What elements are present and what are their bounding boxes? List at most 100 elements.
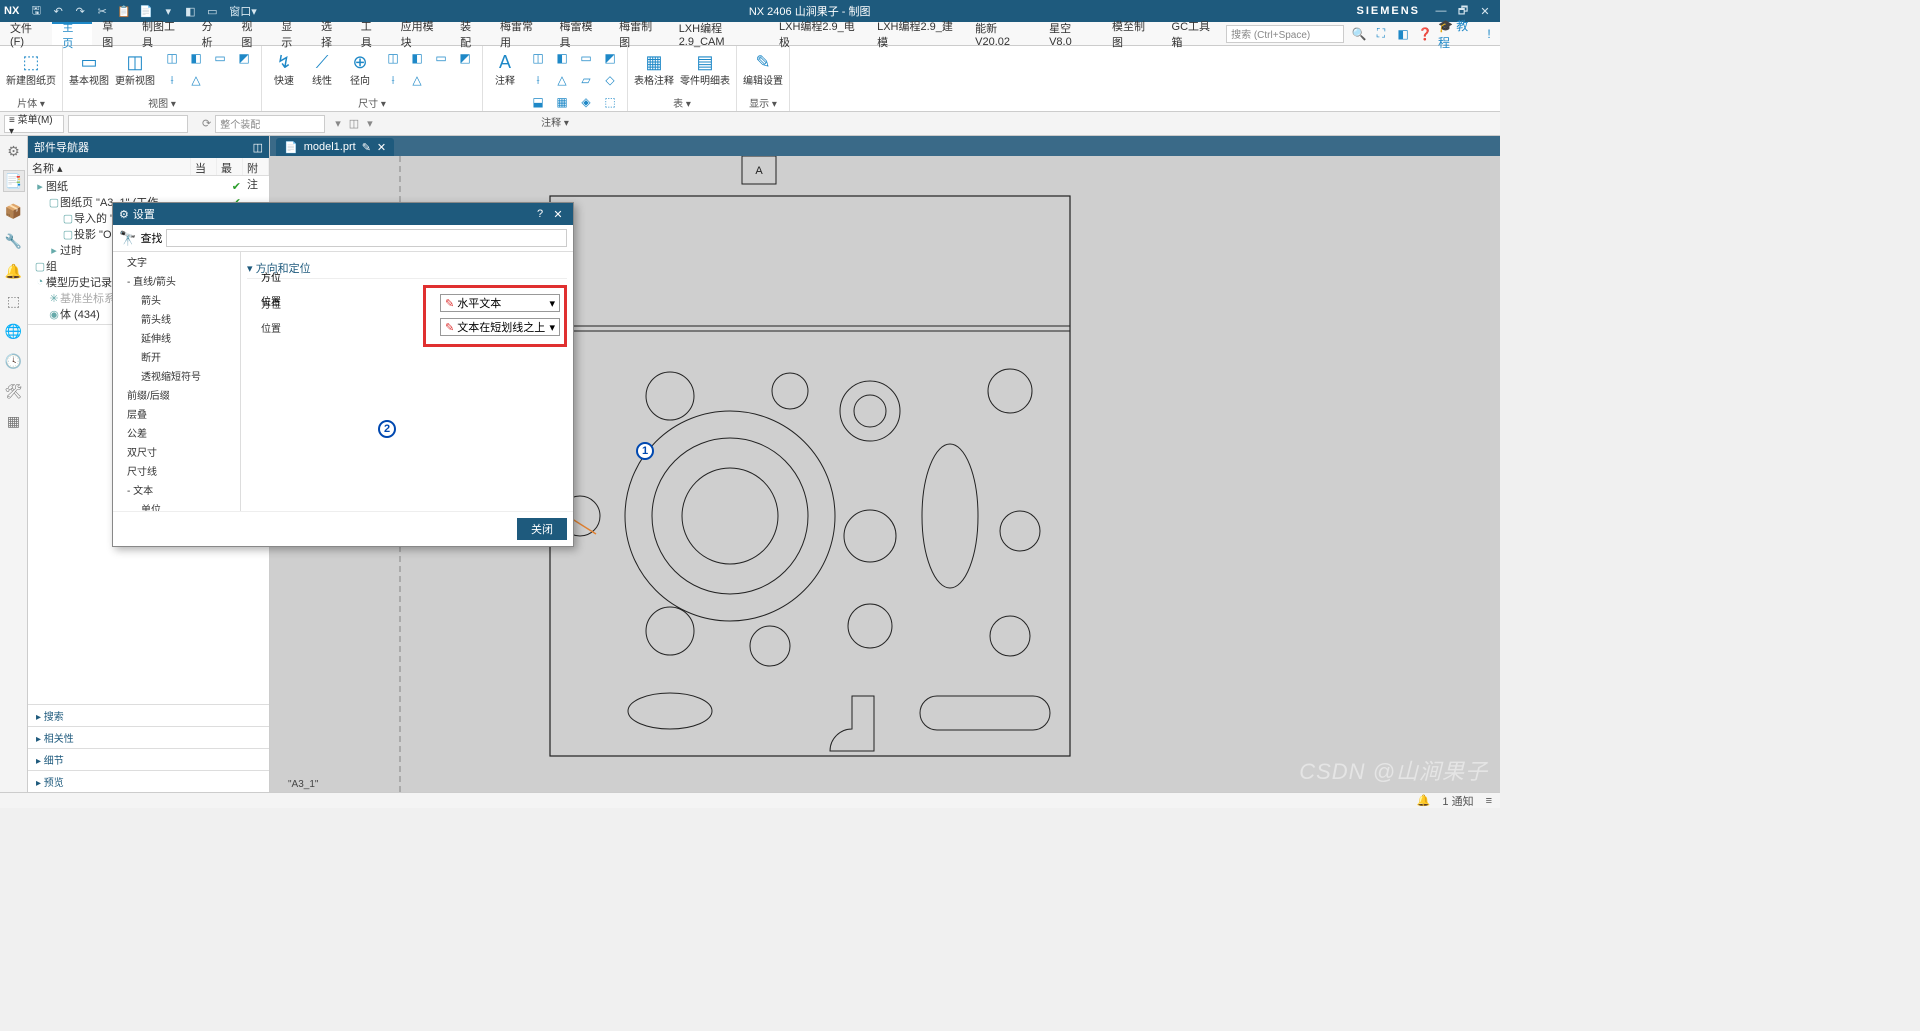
menu-item[interactable]: 选择	[311, 22, 351, 45]
filter-icon[interactable]: ⟳	[202, 117, 211, 130]
dialog-titlebar[interactable]: ⚙ 设置 ? ✕	[113, 203, 573, 225]
position-select[interactable]: ✎文本在短划线之上▾	[440, 318, 560, 336]
help-icon[interactable]: !	[1480, 24, 1498, 44]
ribbon-small-icon[interactable]: ⟊	[161, 70, 183, 90]
ribbon-small-icon[interactable]: ◈	[575, 92, 597, 112]
dialog-nav-item[interactable]: 双尺寸	[113, 442, 240, 461]
close-icon[interactable]: ✕	[1476, 2, 1494, 20]
nav-col[interactable]: 名称 ▴	[28, 158, 191, 175]
redo-icon[interactable]: ↷	[71, 2, 89, 20]
menu-item[interactable]: LXH编程2.9_电极	[769, 22, 867, 45]
menu-item[interactable]: 分析	[192, 22, 232, 45]
menu-item[interactable]: 梅雷制图	[609, 22, 669, 45]
rail-wrench-icon[interactable]: 🛠	[3, 380, 25, 402]
tree-row[interactable]: ▸ 图纸✔	[28, 178, 269, 194]
ribbon-button[interactable]: ⬚新建图纸页	[6, 48, 56, 87]
ribbon-button[interactable]: ✎编辑设置	[743, 48, 783, 87]
save-icon[interactable]: 🖫	[27, 2, 45, 20]
ribbon-small-icon[interactable]: ⬚	[599, 92, 621, 112]
notify-count[interactable]: 1 通知	[1442, 793, 1473, 809]
dialog-nav-item[interactable]: 箭头	[113, 290, 240, 309]
ribbon-small-icon[interactable]: △	[185, 70, 207, 90]
ribbon-small-icon[interactable]: ▭	[575, 48, 597, 68]
ribbon-small-icon[interactable]: ◧	[406, 48, 428, 68]
menu-item[interactable]: 工具	[351, 22, 391, 45]
ribbon-small-icon[interactable]: ◩	[233, 48, 255, 68]
menu-tool-icon[interactable]: ❓	[1416, 24, 1434, 44]
ribbon-button[interactable]: ▤零件明细表	[680, 48, 730, 87]
dialog-nav-item[interactable]: 层叠	[113, 404, 240, 423]
dialog-nav-item[interactable]: 断开	[113, 347, 240, 366]
bell-icon[interactable]: 🔔	[1417, 794, 1431, 807]
ribbon-button[interactable]: ⊕径向	[344, 48, 376, 87]
menu-item[interactable]: 应用模块	[391, 22, 451, 45]
dialog-nav-item[interactable]: 公差	[113, 423, 240, 442]
ribbon-small-icon[interactable]: ▭	[430, 48, 452, 68]
menu-item[interactable]: 能新 V20.02	[965, 22, 1039, 45]
menu-search[interactable]: 搜索 (Ctrl+Space)	[1226, 25, 1344, 43]
dialog-nav-item[interactable]: 单位	[113, 499, 240, 511]
ribbon-button[interactable]: ⟋线性	[306, 48, 338, 87]
menu-tool-icon[interactable]: ⛶	[1372, 24, 1390, 44]
ribbon-small-icon[interactable]: ◇	[599, 70, 621, 90]
rail-box-icon[interactable]: 📦	[3, 200, 25, 222]
dialog-nav-item[interactable]: 透视缩短符号	[113, 366, 240, 385]
dialog-nav-item[interactable]: - 直线/箭头	[113, 271, 240, 290]
nav-panel[interactable]: ▸ 相关性	[28, 726, 269, 748]
menu-item[interactable]: 梅雷模具	[550, 22, 610, 45]
menu-item[interactable]: 星空 V8.0	[1039, 22, 1102, 45]
ribbon-small-icon[interactable]: △	[406, 70, 428, 90]
dialog-nav[interactable]: 文字- 直线/箭头箭头箭头线延伸线断开透视缩短符号前缀/后缀层叠公差双尺寸尺寸线…	[113, 252, 241, 511]
ribbon-small-icon[interactable]: ◩	[599, 48, 621, 68]
doc-tab[interactable]: 📄 model1.prt ✎ ✕	[276, 138, 394, 156]
tutorial-button[interactable]: 🎓 教程	[1438, 24, 1476, 44]
ribbon-small-icon[interactable]: ▦	[551, 92, 573, 112]
rail-cube-icon[interactable]: ⬚	[3, 290, 25, 312]
ribbon-small-icon[interactable]: ⟊	[527, 70, 549, 90]
undo-icon[interactable]: ↶	[49, 2, 67, 20]
menu-dropdown[interactable]: ≡ 菜单(M) ▾	[4, 115, 64, 133]
ribbon-button[interactable]: ▦表格注释	[634, 48, 674, 87]
nav-panel[interactable]: ▸ 细节	[28, 748, 269, 770]
dialog-nav-item[interactable]: 文字	[113, 252, 240, 271]
ribbon-small-icon[interactable]: ◫	[161, 48, 183, 68]
dialog-search-input[interactable]	[166, 229, 567, 247]
nav-col[interactable]: 当	[191, 158, 217, 175]
menu-tool-icon[interactable]: ◧	[1394, 24, 1412, 44]
orientation-select[interactable]: ✎水平文本▾	[440, 294, 560, 312]
menu-item[interactable]: LXH编程2.9_CAM	[669, 22, 769, 45]
rail-bell-icon[interactable]: 🔔	[3, 260, 25, 282]
misc2-icon[interactable]: ◧	[181, 2, 199, 20]
menu-item[interactable]: 主页	[52, 22, 92, 45]
dialog-help-icon[interactable]: ?	[531, 208, 549, 220]
dialog-close-icon[interactable]: ✕	[549, 208, 567, 221]
menu-item[interactable]: 显示	[271, 22, 311, 45]
dialog-nav-item[interactable]: 延伸线	[113, 328, 240, 347]
menu-item[interactable]: 制图工具	[132, 22, 192, 45]
menu-item[interactable]: 梅雷常用	[490, 22, 550, 45]
menu-item[interactable]: 装配	[450, 22, 490, 45]
ribbon-small-icon[interactable]: ◫	[382, 48, 404, 68]
menu-item[interactable]: 文件(F)	[0, 22, 52, 45]
ribbon-small-icon[interactable]: ◫	[527, 48, 549, 68]
rail-grid-icon[interactable]: ▦	[3, 410, 25, 432]
menu-item[interactable]: LXH编程2.9_建模	[867, 22, 965, 45]
nav-panel[interactable]: ▸ 搜索	[28, 704, 269, 726]
ribbon-button[interactable]: ▭基本视图	[69, 48, 109, 87]
ribbon-button[interactable]: ↯快速	[268, 48, 300, 87]
menu-tool-icon[interactable]: 🔍	[1350, 24, 1368, 44]
ribbon-small-icon[interactable]: ◩	[454, 48, 476, 68]
menu-item[interactable]: GC工具箱	[1162, 22, 1227, 45]
ribbon-small-icon[interactable]: ⬓	[527, 92, 549, 112]
ribbon-button[interactable]: A注释	[489, 48, 521, 87]
dialog-nav-item[interactable]: 箭头线	[113, 309, 240, 328]
rail-tool-icon[interactable]: 🔧	[3, 230, 25, 252]
rail-nav-icon[interactable]: 📑	[3, 170, 25, 192]
ribbon-small-icon[interactable]: ◧	[185, 48, 207, 68]
section-header[interactable]: ▾ 方向和定位	[247, 258, 567, 279]
menu-item[interactable]: 草图	[92, 22, 132, 45]
nav-col[interactable]: 附注	[243, 158, 269, 175]
ribbon-small-icon[interactable]: △	[551, 70, 573, 90]
dialog-nav-item[interactable]: 尺寸线	[113, 461, 240, 480]
ribbon-small-icon[interactable]: ⟊	[382, 70, 404, 90]
